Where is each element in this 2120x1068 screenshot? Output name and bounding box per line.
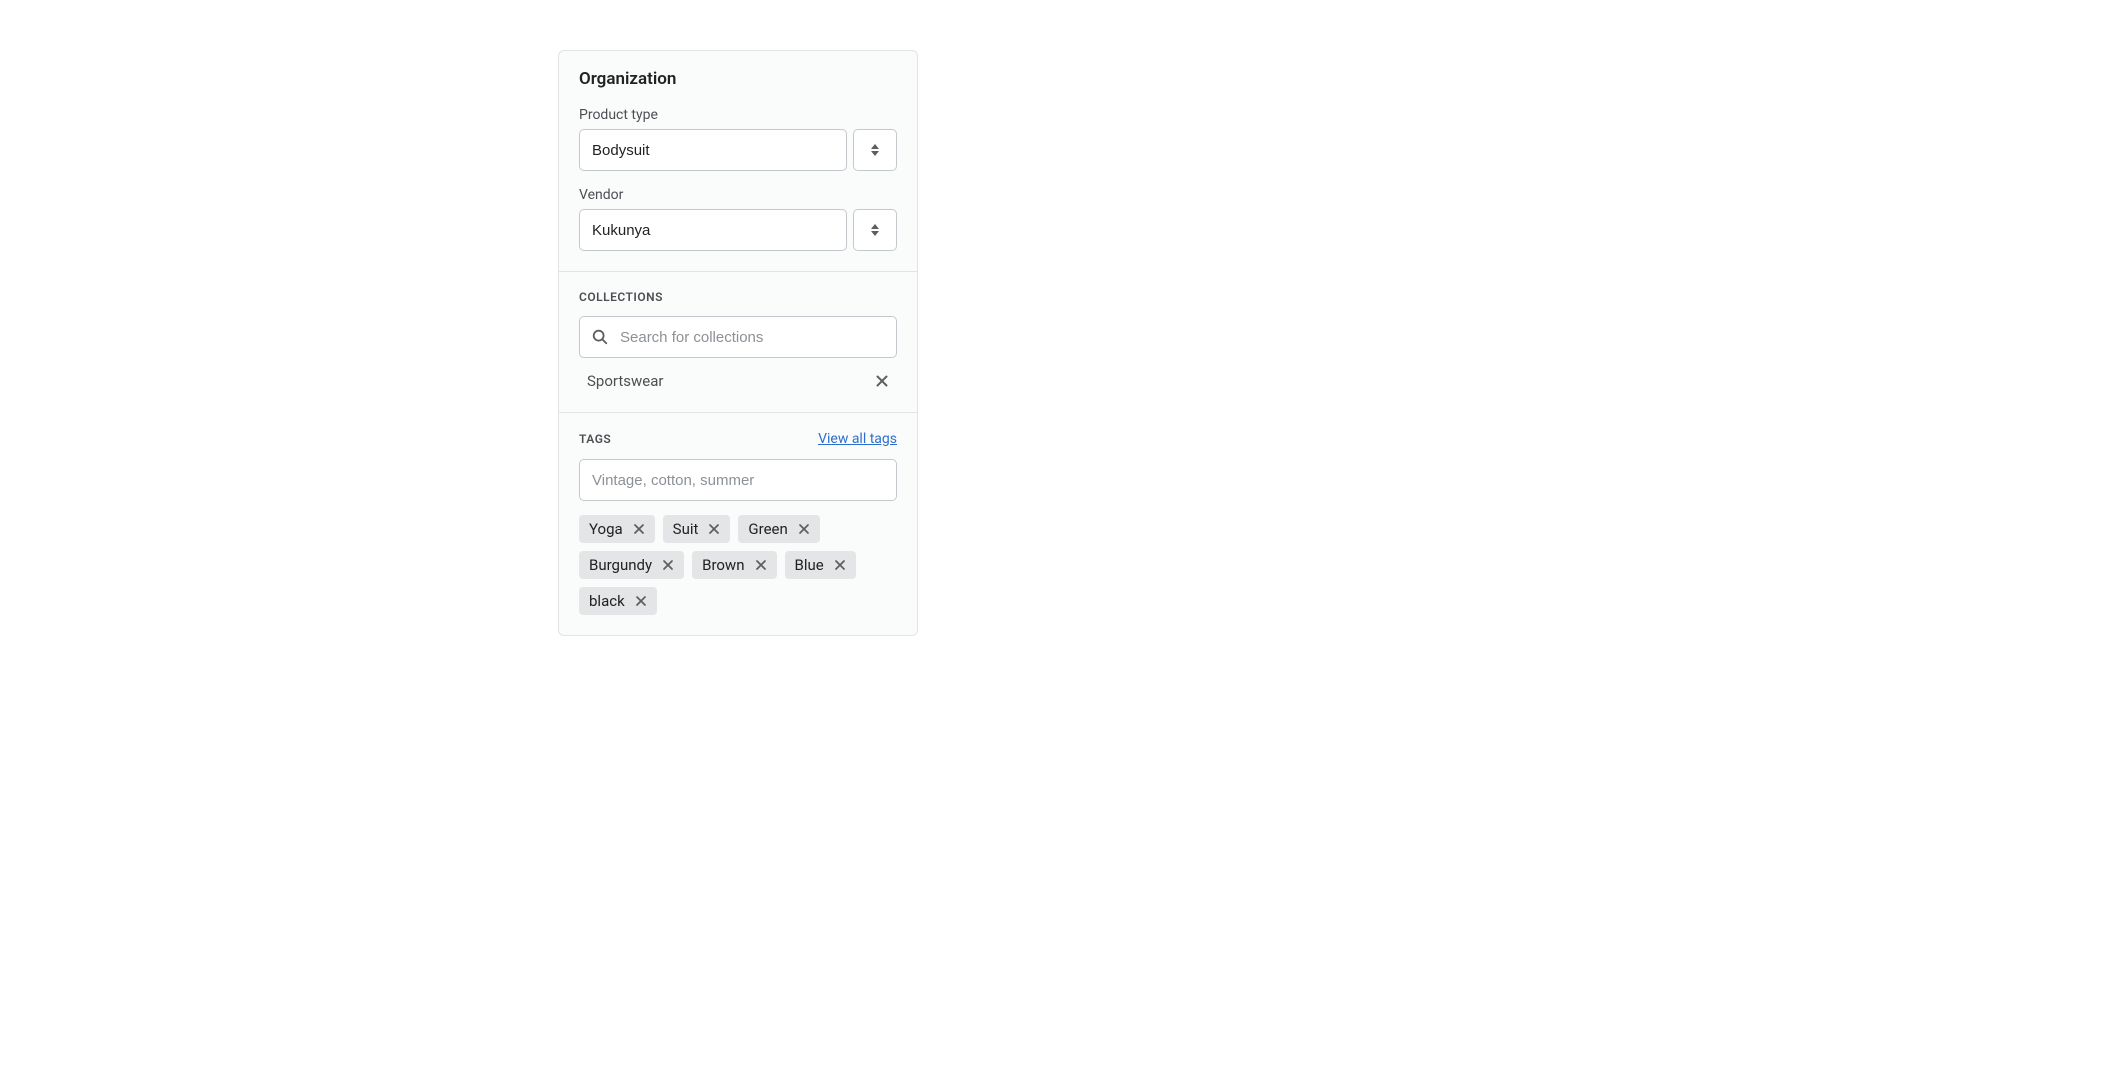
tag: black: [579, 587, 657, 615]
vendor-input[interactable]: [579, 209, 847, 251]
caret-down-icon: [871, 231, 879, 236]
remove-collection-button[interactable]: [871, 370, 893, 392]
collections-section: COLLECTIONS Sportswear: [559, 271, 917, 412]
close-icon: [633, 593, 649, 609]
tag-label: Suit: [673, 520, 699, 538]
caret-up-icon: [871, 144, 879, 149]
collection-row: Sportswear: [579, 368, 897, 392]
organization-section: Organization Product type Vendor: [559, 51, 917, 271]
tags-input[interactable]: [579, 459, 897, 501]
tag-label: Blue: [795, 556, 824, 574]
tag: Yoga: [579, 515, 655, 543]
tags-heading: TAGS: [579, 432, 611, 446]
vendor-field: Vendor: [579, 187, 897, 251]
tag-label: Green: [748, 520, 787, 538]
remove-tag-button[interactable]: [704, 519, 724, 539]
product-type-label: Product type: [579, 107, 897, 123]
tag: Green: [738, 515, 819, 543]
tag-label: black: [589, 592, 625, 610]
close-icon: [796, 521, 812, 537]
tag: Suit: [663, 515, 731, 543]
remove-tag-button[interactable]: [658, 555, 678, 575]
close-icon: [832, 557, 848, 573]
collections-search-input[interactable]: [579, 316, 897, 358]
remove-tag-button[interactable]: [751, 555, 771, 575]
close-icon: [706, 521, 722, 537]
tag: Brown: [692, 551, 776, 579]
view-all-tags-link[interactable]: View all tags: [818, 431, 897, 447]
collection-name: Sportswear: [587, 372, 663, 390]
vendor-select-button[interactable]: [853, 209, 897, 251]
tag-label: Burgundy: [589, 556, 652, 574]
tag: Blue: [785, 551, 856, 579]
close-icon: [873, 372, 891, 390]
caret-down-icon: [871, 151, 879, 156]
organization-panel: Organization Product type Vendor: [558, 50, 918, 636]
tag-label: Yoga: [589, 520, 623, 538]
tag-list: Yoga Suit Green Burgundy Brown Blue black: [579, 515, 897, 615]
product-type-select-button[interactable]: [853, 129, 897, 171]
remove-tag-button[interactable]: [629, 519, 649, 539]
close-icon: [631, 521, 647, 537]
product-type-input[interactable]: [579, 129, 847, 171]
tags-section: TAGS View all tags Yoga Suit Green Burgundy…: [559, 412, 917, 635]
vendor-label: Vendor: [579, 187, 897, 203]
remove-tag-button[interactable]: [794, 519, 814, 539]
organization-title: Organization: [579, 69, 897, 89]
remove-tag-button[interactable]: [631, 591, 651, 611]
close-icon: [753, 557, 769, 573]
close-icon: [660, 557, 676, 573]
remove-tag-button[interactable]: [830, 555, 850, 575]
product-type-field: Product type: [579, 107, 897, 171]
tag-label: Brown: [702, 556, 744, 574]
caret-up-icon: [871, 224, 879, 229]
tag: Burgundy: [579, 551, 684, 579]
collections-heading: COLLECTIONS: [579, 290, 663, 304]
